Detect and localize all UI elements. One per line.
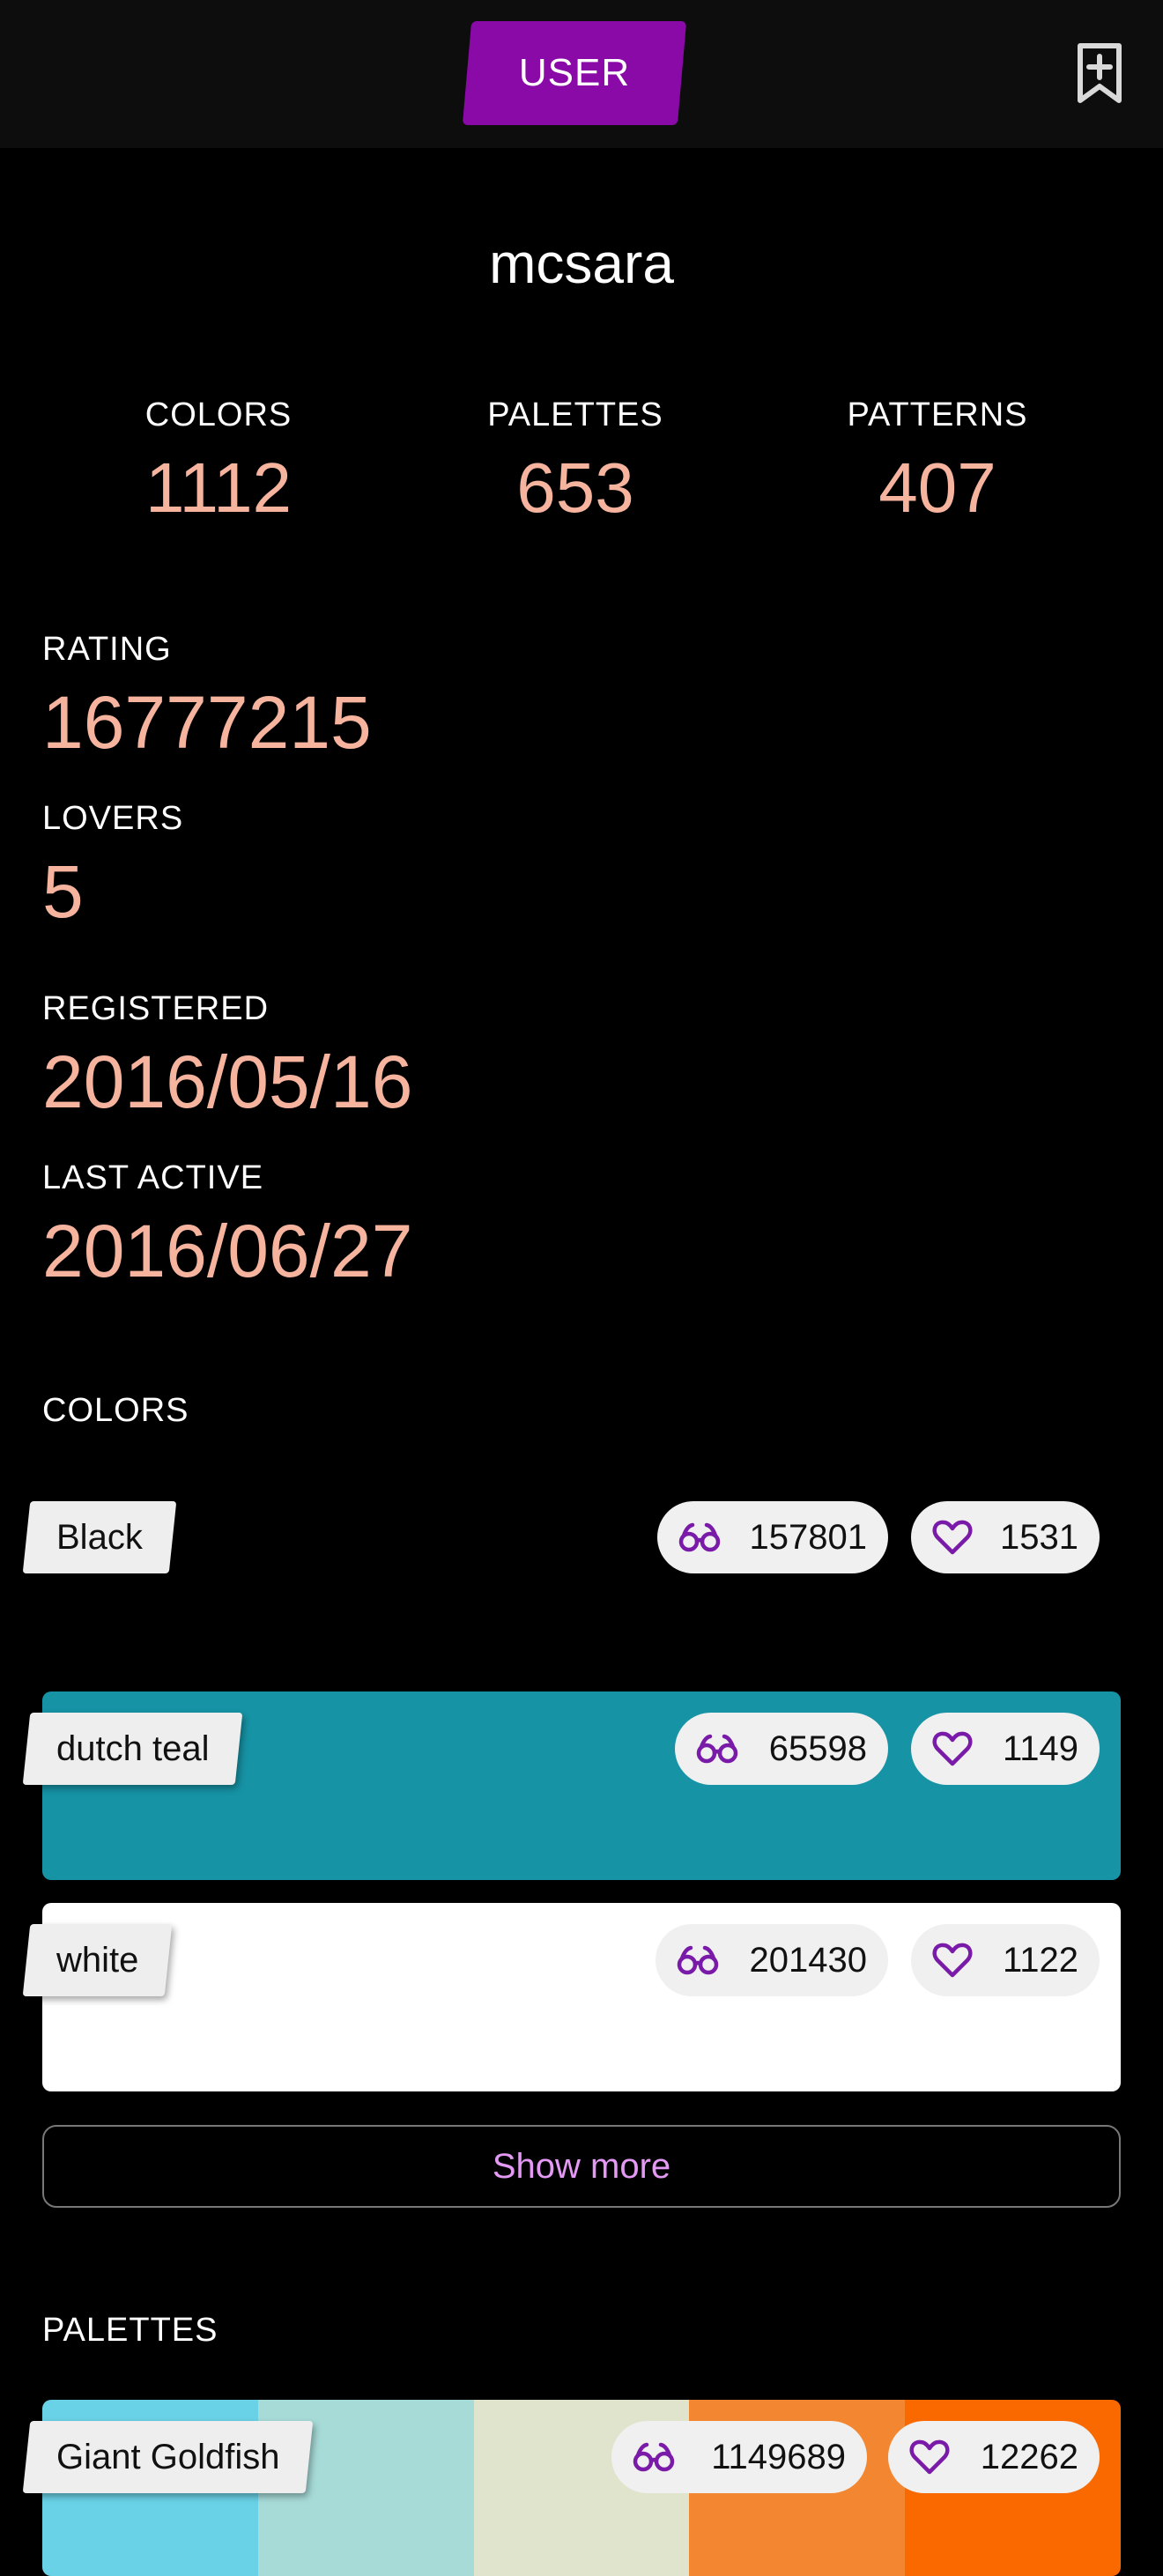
loves-count: 1531 bbox=[1000, 1517, 1078, 1557]
views-pill: 201430 bbox=[656, 1924, 888, 1996]
stat-patterns-label: PATTERNS bbox=[847, 396, 1028, 433]
views-count: 65598 bbox=[768, 1728, 867, 1768]
glasses-icon bbox=[696, 1734, 738, 1764]
views-pill: 65598 bbox=[675, 1713, 888, 1785]
loves-count: 1122 bbox=[1002, 1940, 1078, 1980]
stat-colors-label: COLORS bbox=[144, 396, 293, 433]
glasses-icon bbox=[633, 2442, 675, 2472]
loves-count: 12262 bbox=[980, 2437, 1078, 2476]
registered-value: 2016/05/16 bbox=[42, 1040, 413, 1123]
color-name: white bbox=[56, 1941, 139, 1980]
glasses-icon bbox=[678, 1522, 721, 1552]
heart-icon bbox=[909, 2439, 950, 2475]
loves-pill[interactable]: 1122 bbox=[911, 1924, 1100, 1996]
views-pill: 1149689 bbox=[611, 2421, 867, 2493]
loves-count: 1149 bbox=[1002, 1728, 1078, 1768]
lovers-value: 5 bbox=[42, 850, 84, 933]
palette-name-tag[interactable]: Giant Goldfish bbox=[22, 2421, 314, 2493]
views-count: 1149689 bbox=[711, 2437, 846, 2476]
loves-pill[interactable]: 12262 bbox=[888, 2421, 1100, 2493]
heart-icon bbox=[932, 1731, 973, 1766]
palette-name: Giant Goldfish bbox=[56, 2438, 280, 2476]
color-name-tag[interactable]: dutch teal bbox=[22, 1713, 243, 1785]
bookmark-add-icon[interactable] bbox=[1073, 42, 1126, 106]
rating-value: 16777215 bbox=[42, 681, 372, 764]
loves-pill[interactable]: 1149 bbox=[911, 1713, 1100, 1785]
top-bar: USER bbox=[0, 0, 1163, 148]
stat-patterns-value: 407 bbox=[878, 448, 996, 527]
heart-icon bbox=[932, 1520, 973, 1555]
stat-colors-value: 1112 bbox=[144, 448, 293, 527]
heart-icon bbox=[932, 1943, 973, 1978]
stat-palettes-value: 653 bbox=[516, 448, 634, 527]
views-count: 201430 bbox=[749, 1940, 867, 1980]
rating-label: RATING bbox=[42, 631, 172, 668]
color-name: dutch teal bbox=[56, 1729, 210, 1768]
views-count: 157801 bbox=[749, 1517, 867, 1557]
username: mcsara bbox=[489, 232, 674, 295]
glasses-icon bbox=[677, 1945, 719, 1975]
loves-pill[interactable]: 1531 bbox=[911, 1501, 1100, 1573]
palettes-section-title: PALETTES bbox=[42, 2312, 219, 2349]
color-name-tag[interactable]: white bbox=[22, 1924, 173, 1996]
last-active-value: 2016/06/27 bbox=[42, 1210, 413, 1292]
colors-section-title: COLORS bbox=[42, 1392, 189, 1429]
color-name-tag[interactable]: Black bbox=[22, 1501, 177, 1573]
user-tab-label: USER bbox=[518, 51, 631, 94]
color-name: Black bbox=[56, 1518, 143, 1557]
last-active-label: LAST ACTIVE bbox=[42, 1159, 264, 1196]
lovers-label: LOVERS bbox=[42, 800, 184, 837]
views-pill: 157801 bbox=[657, 1501, 888, 1573]
stat-palettes-label: PALETTES bbox=[487, 396, 663, 433]
show-more-button[interactable]: Show more bbox=[42, 2125, 1121, 2208]
registered-label: REGISTERED bbox=[42, 990, 270, 1027]
user-tab[interactable]: USER bbox=[462, 21, 687, 125]
